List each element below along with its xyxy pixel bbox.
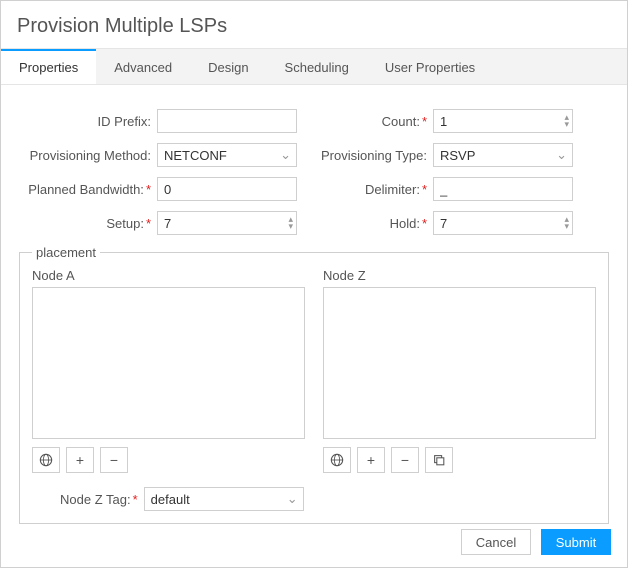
node-z-column: Node Z + − [323,268,596,473]
plus-icon: + [76,452,84,468]
provisioning-method-label: Provisioning Method: [17,148,157,163]
hold-input[interactable] [433,211,573,235]
node-a-column: Node A + − [32,268,305,473]
node-z-label: Node Z [323,268,596,283]
cancel-button[interactable]: Cancel [461,529,531,555]
copy-icon [432,453,446,467]
delimiter-label: Delimiter:* [311,182,433,197]
node-a-globe-button[interactable] [32,447,60,473]
node-z-globe-button[interactable] [323,447,351,473]
node-z-add-button[interactable]: + [357,447,385,473]
provisioning-method-select[interactable] [157,143,297,167]
placement-fieldset: placement Node A + − Node Z [19,245,609,524]
count-input[interactable] [433,109,573,133]
minus-icon: − [401,452,409,468]
hold-label: Hold:* [311,216,433,231]
plus-icon: + [367,452,375,468]
planned-bandwidth-label: Planned Bandwidth:* [17,182,157,197]
dialog-footer: Cancel Submit [461,529,611,555]
placement-legend: placement [32,245,100,260]
node-a-listbox[interactable] [32,287,305,439]
node-a-remove-button[interactable]: − [100,447,128,473]
tab-user-properties[interactable]: User Properties [367,49,493,84]
globe-icon [39,453,53,467]
id-prefix-label: ID Prefix: [17,114,157,129]
planned-bandwidth-input[interactable] [157,177,297,201]
node-z-listbox[interactable] [323,287,596,439]
tab-bar: Properties Advanced Design Scheduling Us… [1,48,627,85]
submit-button[interactable]: Submit [541,529,611,555]
provision-lsps-dialog: Provision Multiple LSPs Properties Advan… [0,0,628,568]
node-a-label: Node A [32,268,305,283]
tab-design[interactable]: Design [190,49,266,84]
properties-panel: ID Prefix: Count:* ▴▾ Provisioning Metho… [1,85,627,536]
delimiter-input[interactable] [433,177,573,201]
node-z-tag-label: Node Z Tag:* [60,492,138,507]
node-z-tag-select[interactable] [144,487,304,511]
node-z-copy-button[interactable] [425,447,453,473]
id-prefix-input[interactable] [157,109,297,133]
provisioning-type-label: Provisioning Type: [311,148,433,163]
tab-advanced[interactable]: Advanced [96,49,190,84]
node-z-remove-button[interactable]: − [391,447,419,473]
provisioning-type-select[interactable] [433,143,573,167]
minus-icon: − [110,452,118,468]
setup-input[interactable] [157,211,297,235]
globe-icon [330,453,344,467]
count-label: Count:* [311,114,433,129]
tab-scheduling[interactable]: Scheduling [267,49,367,84]
node-a-add-button[interactable]: + [66,447,94,473]
dialog-title: Provision Multiple LSPs [1,1,627,48]
tab-properties[interactable]: Properties [1,49,96,84]
setup-label: Setup:* [17,216,157,231]
